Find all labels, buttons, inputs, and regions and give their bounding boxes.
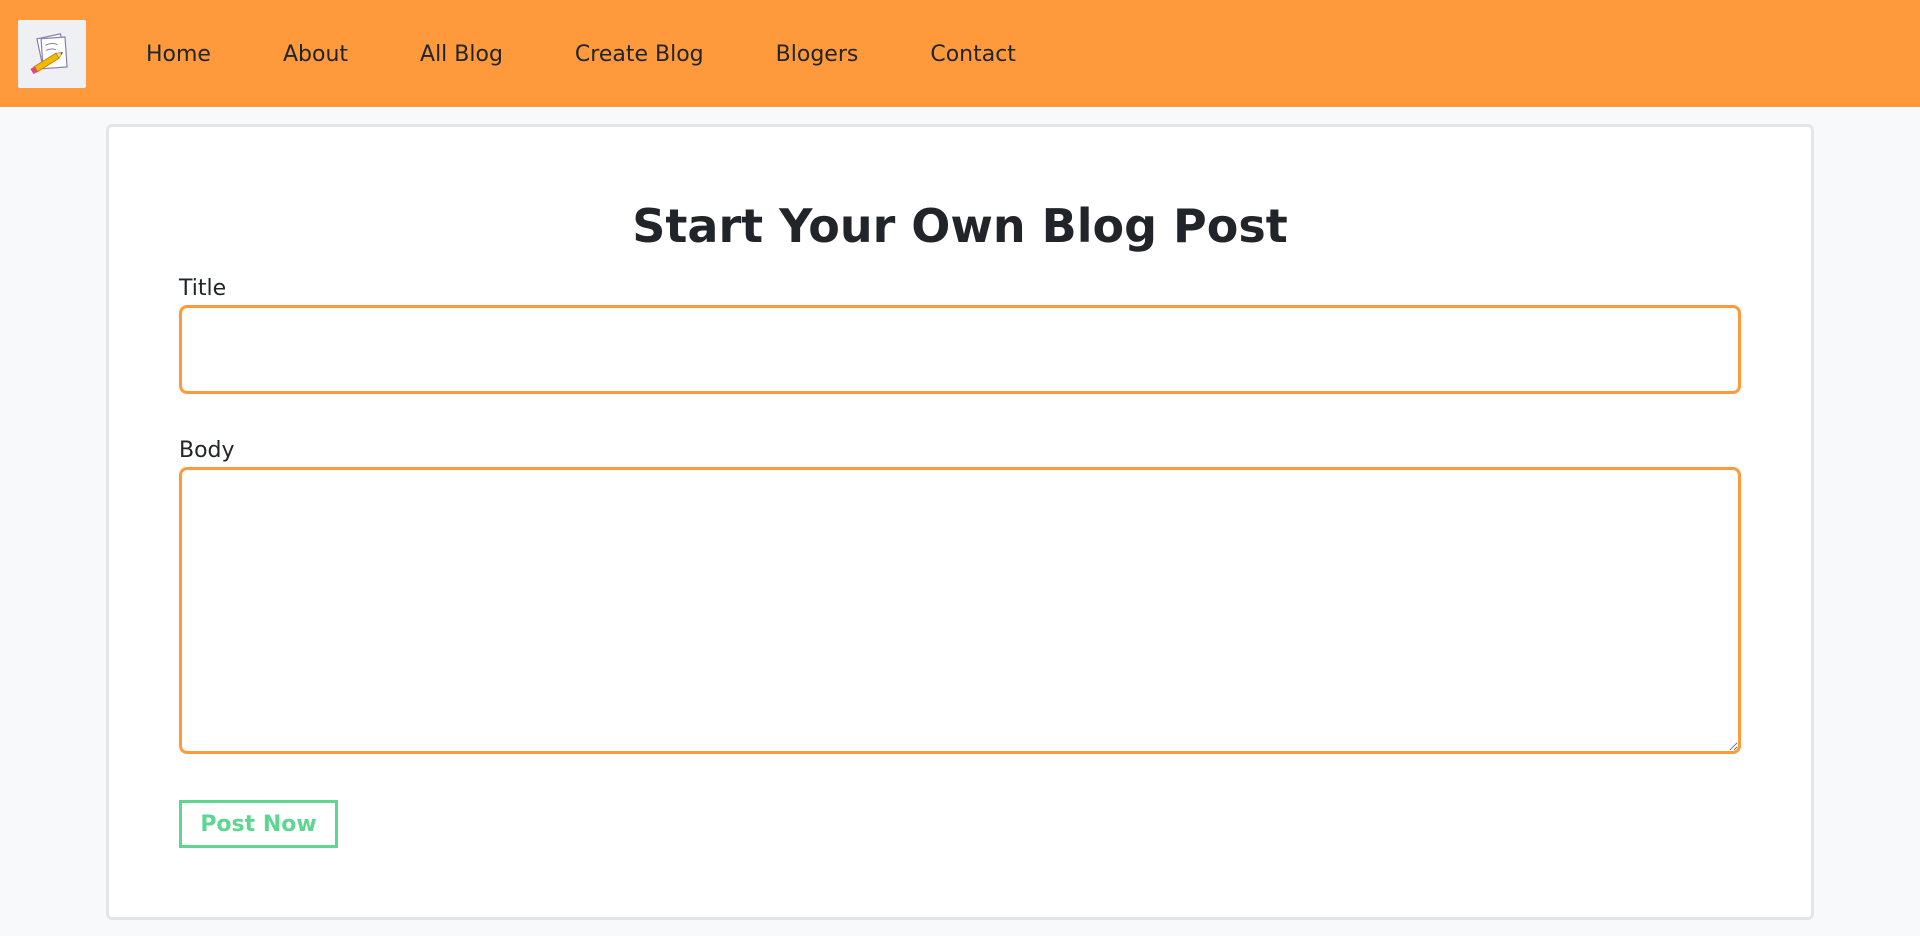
- post-now-button[interactable]: Post Now: [179, 800, 338, 848]
- blog-logo-icon: [27, 27, 77, 81]
- body-textarea[interactable]: [179, 467, 1741, 754]
- nav-link-blogers[interactable]: Blogers: [776, 40, 859, 67]
- title-label: Title: [179, 276, 227, 301]
- page-title: Start Your Own Blog Post: [632, 199, 1288, 253]
- nav-link-home[interactable]: Home: [146, 40, 211, 67]
- nav-link-all-blog[interactable]: All Blog: [420, 40, 503, 67]
- nav-link-about[interactable]: About: [283, 40, 348, 67]
- create-post-card: Start Your Own Blog Post Title Body Post…: [106, 124, 1814, 920]
- body-label: Body: [179, 438, 235, 463]
- main-nav: Home About All Blog Create Blog Blogers …: [146, 0, 1016, 107]
- navbar: Home About All Blog Create Blog Blogers …: [0, 0, 1920, 107]
- nav-link-contact[interactable]: Contact: [930, 40, 1016, 67]
- logo[interactable]: [18, 20, 86, 88]
- title-input[interactable]: [179, 305, 1741, 394]
- nav-link-create-blog[interactable]: Create Blog: [575, 40, 704, 67]
